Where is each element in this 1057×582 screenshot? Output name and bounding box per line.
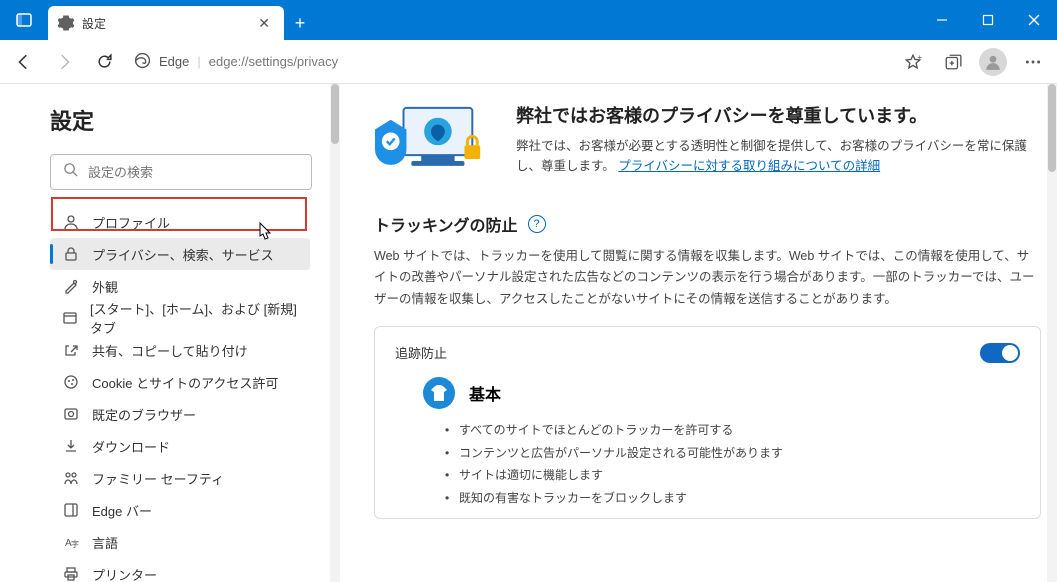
more-button[interactable] [1015, 44, 1051, 80]
info-icon[interactable]: ? [528, 215, 546, 233]
tracking-toggle[interactable] [980, 343, 1020, 363]
download-icon [62, 438, 80, 454]
content-area: 設定 プロファイルプライバシー、検索、サービス外観 [スタート]、[ホーム]、およ… [0, 84, 1057, 582]
tshirt-icon [423, 377, 455, 409]
browser-tab[interactable]: 設定 ✕ [48, 6, 284, 40]
sidebar-item-label: 言語 [92, 533, 118, 552]
address-url: edge://settings/privacy [209, 54, 338, 69]
sidebar-item-edge-bar[interactable]: Edge バー [50, 494, 310, 526]
collections-button[interactable] [935, 44, 971, 80]
settings-main: 弊社ではお客様のプライバシーを尊重しています。 弊社では、お客様が必要とする透明… [340, 84, 1057, 582]
sidebar-item-label: Edge バー [92, 501, 152, 520]
address-brand: Edge [159, 54, 189, 69]
tracking-bullet: コンテンツと広告がパーソナル設定される可能性があります [445, 442, 1020, 465]
sidebar-item-language[interactable]: A字言語 [50, 526, 310, 558]
hero-title: 弊社ではお客様のプライバシーを尊重しています。 [516, 102, 1041, 128]
search-icon [63, 162, 78, 182]
tracking-bullet: サイトは適切に機能します [445, 464, 1020, 487]
tab-actions-button[interactable] [0, 0, 48, 40]
close-window-button[interactable] [1011, 0, 1057, 40]
tracking-heading: トラッキングの防止 [374, 212, 518, 236]
sidebar-item-label: 既定のブラウザー [92, 405, 196, 424]
cookies-icon [62, 374, 80, 390]
sidebar-item-profile[interactable]: プロファイル [50, 206, 310, 238]
printer-icon [62, 566, 80, 582]
share-icon [62, 342, 80, 358]
main-scrollbar[interactable] [1047, 84, 1057, 582]
refresh-button[interactable] [86, 44, 122, 80]
toolbar: Edge | edge://settings/privacy + [0, 40, 1057, 84]
sidebar-item-family[interactable]: ファミリー セーフティ [50, 462, 310, 494]
sidebar-item-cookies[interactable]: Cookie とサイトのアクセス許可 [50, 366, 310, 398]
tab-title: 設定 [82, 15, 106, 32]
titlebar: 設定 ✕ + [0, 0, 1057, 40]
sidebar-item-download[interactable]: ダウンロード [50, 430, 310, 462]
settings-search-input[interactable] [88, 165, 299, 180]
svg-text:字: 字 [71, 539, 79, 549]
favorites-button[interactable]: + [895, 44, 931, 80]
maximize-button[interactable] [965, 0, 1011, 40]
settings-sidebar: 設定 プロファイルプライバシー、検索、サービス外観 [スタート]、[ホーム]、およ… [0, 84, 340, 582]
sidebar-item-default-browser[interactable]: 既定のブラウザー [50, 398, 310, 430]
default-browser-icon [62, 406, 80, 422]
tracking-card: 追跡防止 基本 すべてのサイトでほとんどのトラッカーを許可するコンテンツと広告が… [374, 326, 1041, 519]
sidebar-item-panel[interactable]: [スタート]、[ホーム]、および [新規] タブ [50, 302, 310, 334]
sidebar-item-lock[interactable]: プライバシー、検索、サービス [50, 238, 310, 270]
sidebar-item-share[interactable]: 共有、コピーして貼り付け [50, 334, 310, 366]
tracking-bullet: すべてのサイトでほとんどのトラッカーを許可する [445, 419, 1020, 442]
settings-heading: 設定 [50, 104, 318, 136]
settings-search[interactable] [50, 154, 312, 190]
new-tab-button[interactable]: + [284, 6, 316, 40]
hero-body: 弊社では、お客様が必要とする透明性と制御を提供して、お客様のプライバシーを常に保… [516, 136, 1041, 176]
tracking-bullet: 既知の有害なトラッカーをブロックします [445, 487, 1020, 510]
gear-icon [58, 15, 74, 31]
address-bar[interactable]: Edge | edge://settings/privacy [134, 52, 338, 72]
sidebar-item-printer[interactable]: プリンター [50, 558, 310, 582]
forward-button[interactable] [46, 44, 82, 80]
svg-text:+: + [918, 53, 923, 62]
language-icon: A字 [62, 534, 80, 550]
sidebar-item-appearance[interactable]: 外観 [50, 270, 310, 302]
main-scroll-thumb[interactable] [1048, 84, 1056, 172]
tracking-bullets: すべてのサイトでほとんどのトラッカーを許可するコンテンツと広告がパーソナル設定さ… [445, 419, 1020, 510]
tracking-toggle-label: 追跡防止 [395, 343, 447, 362]
edge-logo-icon [134, 52, 151, 72]
minimize-button[interactable] [919, 0, 965, 40]
avatar-icon [979, 48, 1007, 76]
sidebar-item-label: プリンター [92, 565, 157, 582]
sidebar-item-label: Cookie とサイトのアクセス許可 [92, 373, 278, 392]
sidebar-item-label: ダウンロード [92, 437, 170, 456]
tracking-level-title: 基本 [469, 381, 501, 405]
tab-close-button[interactable]: ✕ [254, 13, 274, 34]
sidebar-item-label: [スタート]、[ホーム]、および [新規] タブ [90, 299, 298, 337]
sidebar-item-label: ファミリー セーフティ [92, 469, 224, 488]
sidebar-item-label: 外観 [92, 277, 118, 296]
privacy-link[interactable]: プライバシーに対する取り組みについての詳細 [618, 159, 880, 173]
window-controls [919, 0, 1057, 40]
sidebar-scroll-thumb[interactable] [331, 84, 339, 144]
privacy-illustration [374, 102, 492, 186]
sidebar-item-label: プロファイル [92, 213, 170, 232]
lock-icon [62, 246, 80, 262]
profile-button[interactable] [975, 44, 1011, 80]
back-button[interactable] [6, 44, 42, 80]
family-icon [62, 470, 80, 486]
panel-icon [62, 310, 78, 326]
profile-icon [62, 214, 80, 230]
appearance-icon [62, 278, 80, 294]
edge-bar-icon [62, 502, 80, 518]
sidebar-item-label: 共有、コピーして貼り付け [92, 341, 248, 360]
privacy-hero: 弊社ではお客様のプライバシーを尊重しています。 弊社では、お客様が必要とする透明… [374, 102, 1041, 186]
settings-nav: プロファイルプライバシー、検索、サービス外観 [スタート]、[ホーム]、および [… [50, 206, 318, 582]
sidebar-scrollbar[interactable] [330, 84, 340, 582]
tracking-description: Web サイトでは、トラッカーを使用して閲覧に関する情報を収集します。Web サ… [374, 246, 1041, 310]
sidebar-item-label: プライバシー、検索、サービス [92, 245, 274, 264]
